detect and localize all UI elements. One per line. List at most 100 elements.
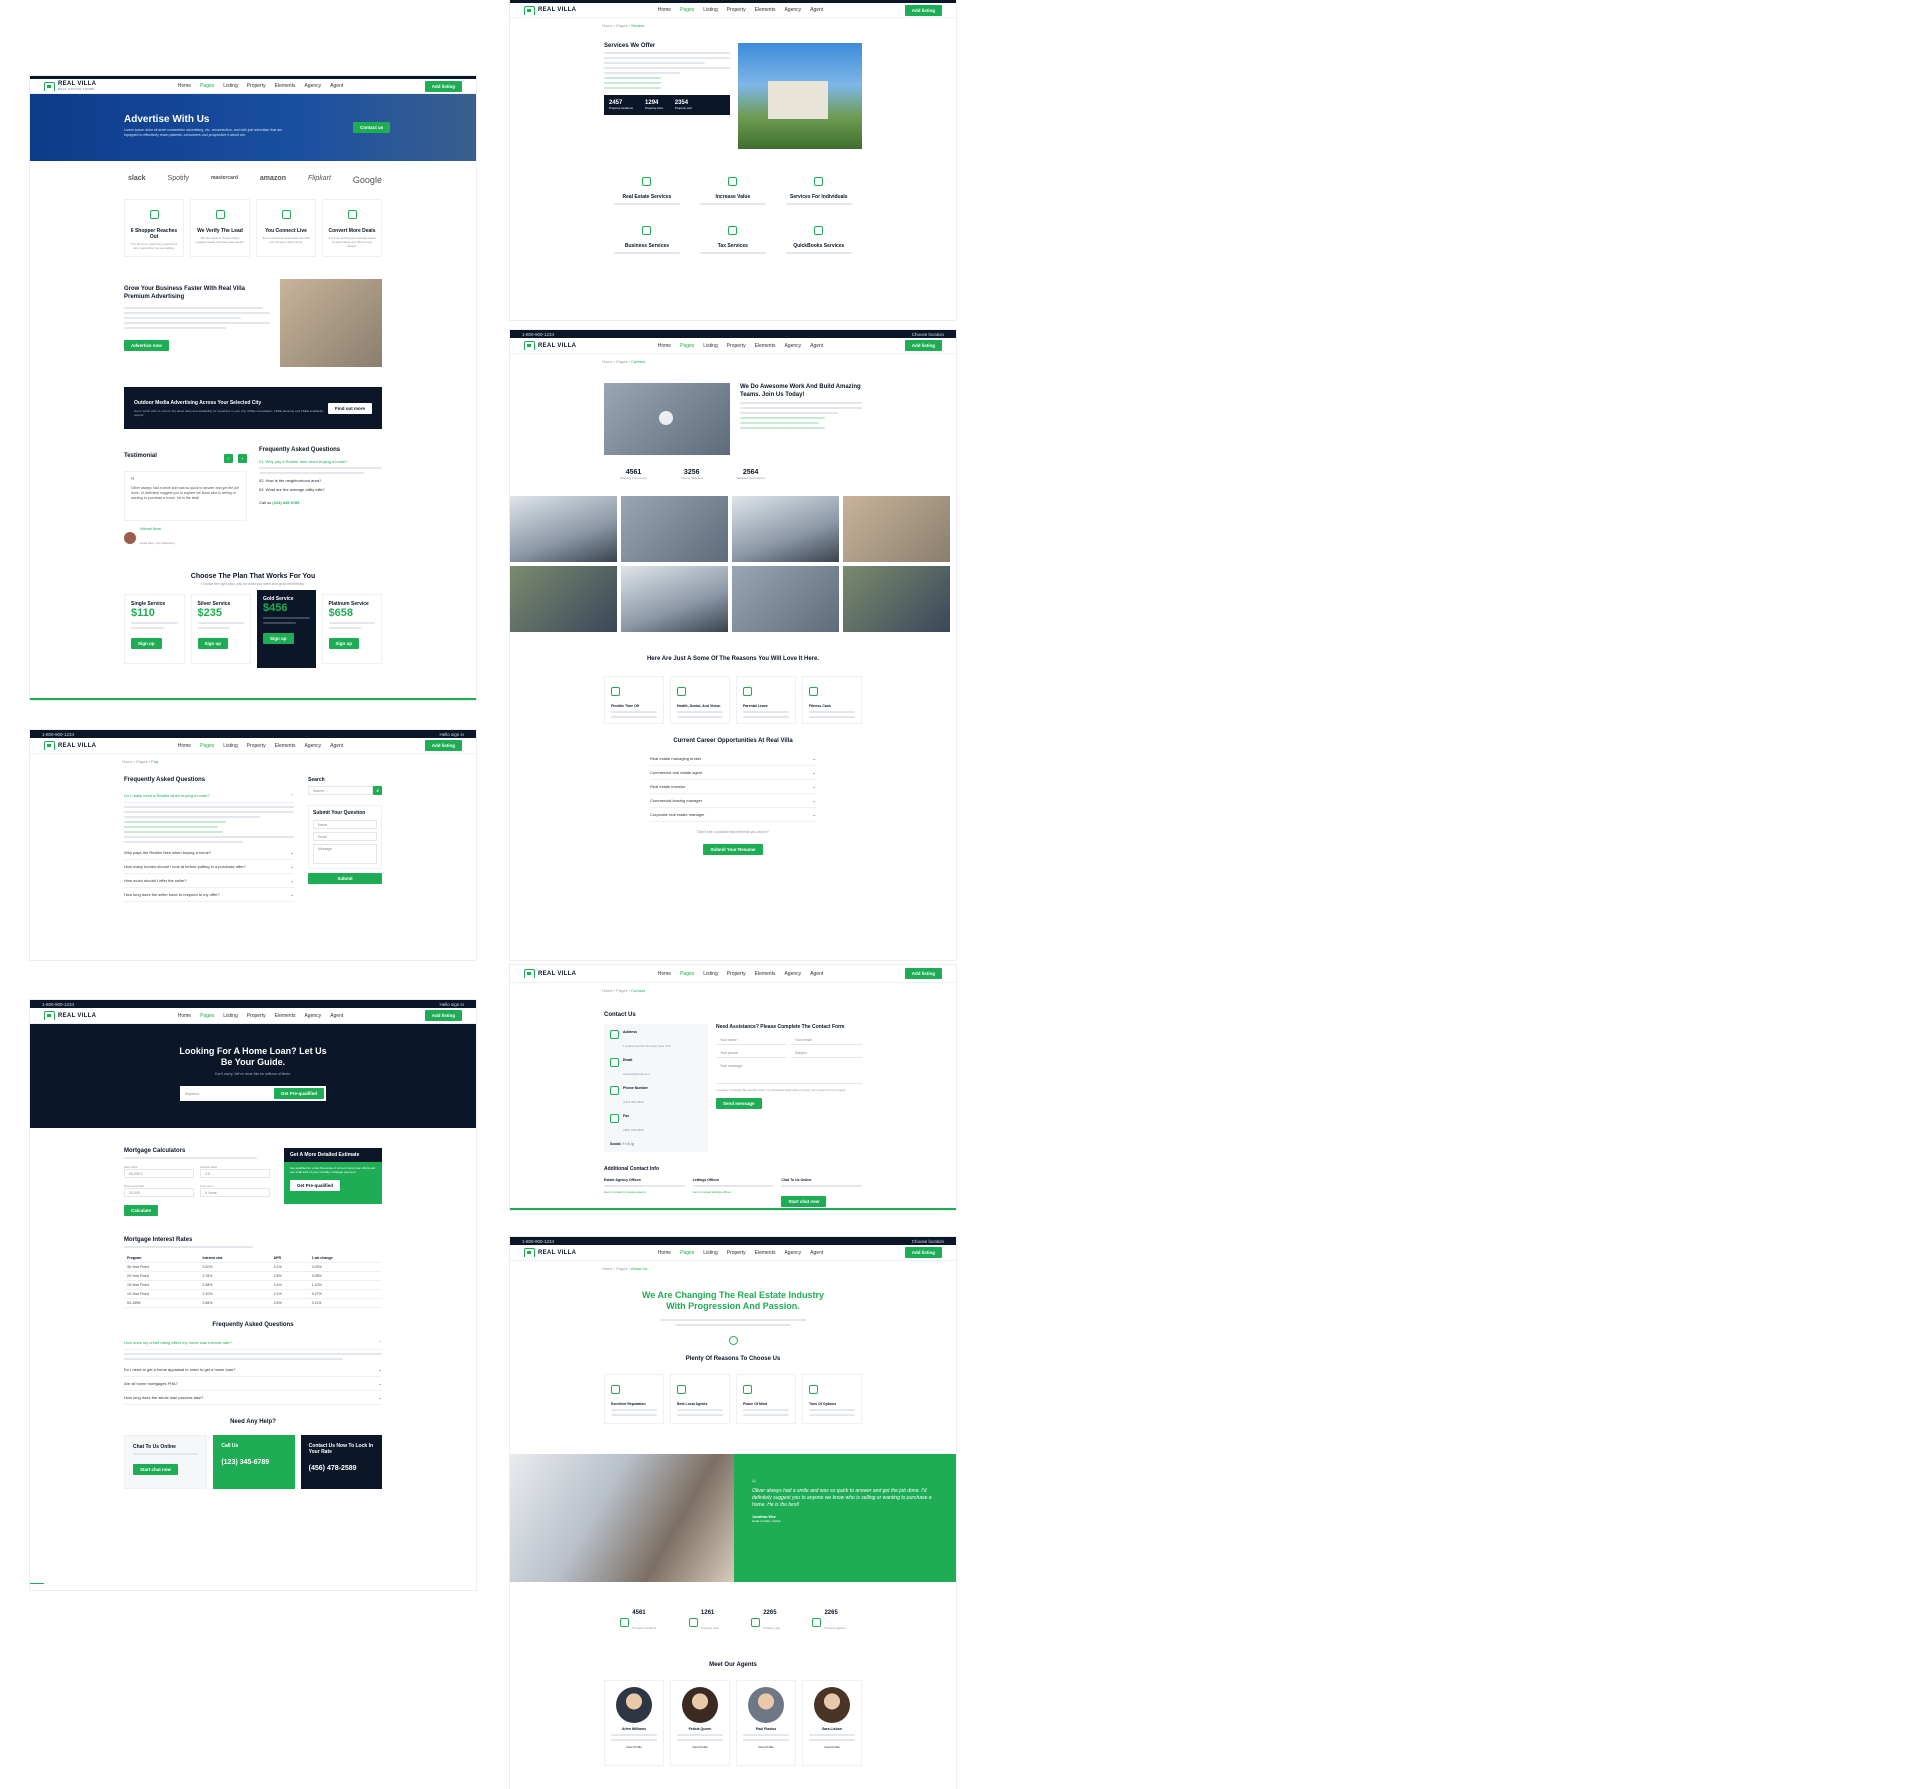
menu-listing[interactable]: Listing (223, 743, 237, 749)
faq-item[interactable]: How long does the seller have to respond… (124, 888, 294, 902)
menu-pages[interactable]: Pages (200, 83, 214, 89)
start-chat-button[interactable]: Start chat now (133, 1464, 179, 1475)
faq-question-open[interactable]: 01. Why pay a Realtor fees when buying a… (259, 459, 382, 464)
message-field[interactable]: Your message (716, 1062, 862, 1084)
name-field[interactable]: Name (313, 820, 377, 829)
opening-item[interactable]: Commercial leasing manager ⌄ (650, 794, 816, 808)
menu-listing[interactable]: Listing (223, 83, 237, 89)
faq-question[interactable]: 03. What are the average utility bills? (259, 487, 382, 492)
menu-pages[interactable]: Pages (680, 7, 694, 13)
topbar-phone[interactable]: 1-800-900-1234 (522, 332, 554, 337)
faq-item[interactable]: Are all home mortgages FHA? ⌄ (124, 1377, 382, 1391)
message-field[interactable]: Message (313, 844, 377, 864)
loan-term-select[interactable]: 5 Years (200, 1188, 270, 1197)
crumb-pages[interactable]: Pages (616, 988, 627, 993)
menu-home[interactable]: Home (178, 743, 191, 749)
consent-checkbox[interactable]: I consent to having this website store m… (716, 1088, 862, 1092)
next-arrow-icon[interactable]: › (237, 454, 247, 463)
menu-property[interactable]: Property (247, 1013, 266, 1019)
add-listing-button[interactable]: Add listing (904, 4, 942, 16)
lettings-link[interactable]: Get in contact lettings offices (693, 1190, 774, 1194)
call-number[interactable]: (123) 345 6789 (272, 500, 299, 505)
keyword-input[interactable]: Keyword (182, 1092, 274, 1096)
down-payment-input[interactable]: 20,000 (124, 1188, 194, 1197)
topbar-location[interactable]: Choose location (912, 332, 944, 337)
submit-resume-button[interactable]: Submit Your Resume (703, 844, 763, 855)
sign-up-button[interactable]: Sign up (131, 638, 162, 649)
menu-pages[interactable]: Pages (200, 1013, 214, 1019)
menu-property[interactable]: Property (247, 743, 266, 749)
menu-home[interactable]: Home (658, 343, 671, 349)
search-icon[interactable]: ⌕ (373, 786, 382, 795)
crumb-home[interactable]: Home (602, 23, 613, 28)
email-field[interactable]: Your email (791, 1036, 862, 1045)
menu-agency[interactable]: Agency (784, 1250, 801, 1256)
add-listing-button[interactable]: Add listing (904, 1247, 942, 1258)
menu-agency[interactable]: Agency (784, 7, 801, 13)
menu-property[interactable]: Property (247, 83, 266, 89)
menu-pages[interactable]: Pages (680, 971, 694, 977)
opening-item[interactable]: Commercial real estate agent ⌄ (650, 766, 816, 780)
faq-item[interactable]: How much should I offer the seller? ⌄ (124, 874, 294, 888)
logo[interactable]: REAL VILLA (44, 1011, 96, 1020)
topbar-phone[interactable]: 1-800-900-1234 (522, 1239, 554, 1244)
menu-listing[interactable]: Listing (703, 343, 717, 349)
menu-agency[interactable]: Agency (304, 743, 321, 749)
advertise-now-button[interactable]: Advertise now (124, 340, 169, 351)
add-listing-button[interactable]: Add listing (904, 340, 942, 351)
menu-agent[interactable]: Agent (810, 343, 823, 349)
menu-home[interactable]: Home (658, 7, 671, 13)
menu-elements[interactable]: Elements (275, 1013, 296, 1019)
menu-elements[interactable]: Elements (755, 1250, 776, 1256)
menu-pages[interactable]: Pages (200, 743, 214, 749)
call-number[interactable]: (123) 345-6789 (221, 1459, 286, 1466)
faq-item[interactable]: Why pays the Realtor fees when buying a … (124, 846, 294, 860)
menu-home[interactable]: Home (658, 971, 671, 977)
faq-item[interactable]: How many homes should I look at before p… (124, 860, 294, 874)
phone-field[interactable]: Your phone (716, 1049, 787, 1058)
menu-elements[interactable]: Elements (755, 971, 776, 977)
menu-elements[interactable]: Elements (755, 7, 776, 13)
menu-listing[interactable]: Listing (703, 7, 717, 13)
find-out-more-button[interactable]: Find out more (328, 402, 372, 414)
menu-agency[interactable]: Agency (784, 971, 801, 977)
menu-pages[interactable]: Pages (680, 343, 694, 349)
menu-listing[interactable]: Listing (703, 1250, 717, 1256)
topbar-login[interactable]: Hello sign in (439, 1002, 464, 1007)
name-field[interactable]: Your name (716, 1036, 787, 1045)
sign-up-button[interactable]: Sign up (328, 638, 359, 649)
crumb-pages[interactable]: Pages (136, 759, 147, 764)
subject-field[interactable]: Subject (791, 1049, 862, 1058)
view-profile-link[interactable]: View Profile (677, 1745, 723, 1749)
add-listing-button[interactable]: Add listing (424, 80, 462, 92)
crumb-home[interactable]: Home (602, 988, 613, 993)
faq-item-open[interactable]: Do I really need a Realtor when buying a… (124, 789, 294, 803)
crumb-home[interactable]: Home (602, 1266, 613, 1271)
social-icons[interactable]: f t in ig (622, 1142, 633, 1146)
logo[interactable]: REAL VILLA (524, 5, 576, 15)
logo[interactable]: REAL VILLA (524, 969, 576, 978)
topbar-phone[interactable]: 1-800-900-1234 (42, 732, 74, 737)
sign-up-button[interactable]: Sign up (197, 638, 228, 649)
faq-question[interactable]: 02. How is the neighborhood area? (259, 478, 382, 483)
menu-agency[interactable]: Agency (304, 1013, 321, 1019)
menu-listing[interactable]: Listing (703, 971, 717, 977)
opening-item[interactable]: Corporate real estate manager ⌄ (650, 808, 816, 822)
add-listing-button[interactable]: Add listing (424, 1010, 462, 1021)
add-listing-button[interactable]: Add listing (904, 968, 942, 979)
menu-agent[interactable]: Agent (810, 1250, 823, 1256)
menu-agency[interactable]: Agency (784, 343, 801, 349)
menu-pages[interactable]: Pages (680, 1250, 694, 1256)
opening-item[interactable]: Real estate investor ⌄ (650, 780, 816, 794)
logo[interactable]: REAL VILLA (44, 741, 96, 750)
menu-listing[interactable]: Listing (223, 1013, 237, 1019)
crumb-pages[interactable]: Pages (616, 23, 627, 28)
prev-arrow-icon[interactable]: ‹ (223, 454, 234, 463)
add-listing-button[interactable]: Add listing (424, 740, 462, 751)
start-chat-button[interactable]: Start chat now (781, 1196, 827, 1207)
menu-agency[interactable]: Agency (304, 83, 321, 89)
menu-elements[interactable]: Elements (755, 343, 776, 349)
menu-agent[interactable]: Agent (810, 971, 823, 977)
menu-agent[interactable]: Agent (810, 7, 823, 13)
opening-item[interactable]: Real estate managing broker ⌄ (650, 752, 816, 766)
